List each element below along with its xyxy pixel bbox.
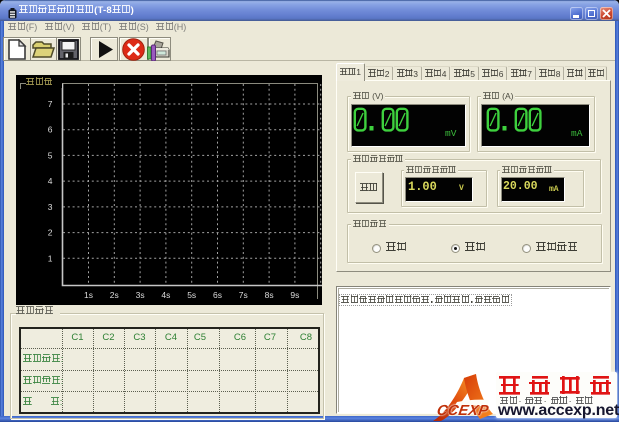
svg-text:5: 5 <box>48 150 53 160</box>
svg-text:2s: 2s <box>110 290 119 300</box>
svg-text:5s: 5s <box>187 290 196 300</box>
svg-text:8s: 8s <box>265 290 274 300</box>
svg-text:4: 4 <box>48 176 53 186</box>
svg-text:6s: 6s <box>213 290 222 300</box>
svg-text:7s: 7s <box>239 290 248 300</box>
svg-text:4s: 4s <box>161 290 170 300</box>
svg-text:2: 2 <box>48 228 53 238</box>
svg-text:1: 1 <box>48 253 53 263</box>
svg-text:1s: 1s <box>84 290 93 300</box>
svg-text:6: 6 <box>48 125 53 135</box>
svg-text:9s: 9s <box>290 290 299 300</box>
svg-text:7: 7 <box>48 99 53 109</box>
svg-text:3: 3 <box>48 202 53 212</box>
svg-text:3s: 3s <box>136 290 145 300</box>
